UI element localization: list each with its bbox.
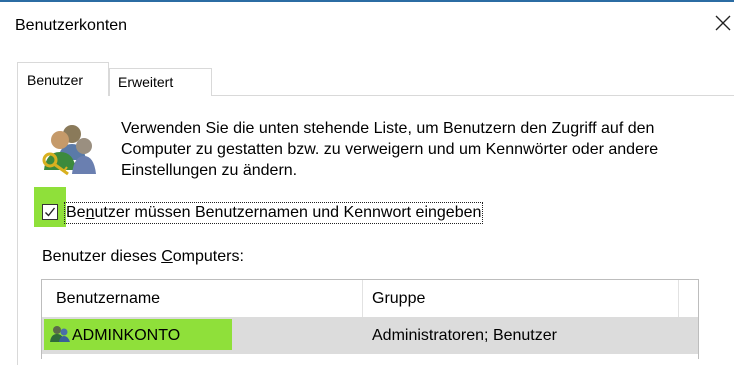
- window-top-border: [0, 0, 734, 2]
- users-label-prefix: Benutzer dieses: [42, 248, 162, 265]
- require-login-label[interactable]: Benutzer müssen Benutzernamen und Kennwo…: [64, 202, 484, 224]
- row-group: Administratoren; Benutzer: [372, 327, 557, 344]
- tab-benutzer[interactable]: Benutzer: [17, 62, 109, 96]
- label-suffix: utzer müssen Benutzernamen und Kennwort …: [94, 204, 482, 221]
- label-prefix: Be: [66, 204, 86, 221]
- tab-erweitert[interactable]: Erweitert: [109, 68, 212, 96]
- user-list[interactable]: Benutzername Gruppe ADMINKONTO Administr…: [41, 279, 699, 359]
- row-username: ADMINKONTO: [72, 327, 181, 344]
- table-row[interactable]: ADMINKONTO Administratoren; Benutzer: [42, 317, 698, 354]
- users-label-suffix: omputers:: [172, 248, 244, 265]
- users-key-icon: [38, 120, 96, 176]
- user-list-header: Benutzername Gruppe: [42, 280, 698, 317]
- column-divider[interactable]: [678, 280, 679, 317]
- users-list-label: Benutzer dieses Computers:: [42, 248, 244, 266]
- window-title: Benutzerkonten: [15, 17, 128, 34]
- column-header-username[interactable]: Benutzername: [56, 290, 160, 308]
- close-icon[interactable]: [712, 12, 734, 34]
- users-label-mnemonic: C: [161, 248, 173, 265]
- column-header-group[interactable]: Gruppe: [372, 290, 425, 308]
- column-divider[interactable]: [362, 280, 363, 317]
- user-icon: [50, 325, 70, 343]
- intro-text: Verwenden Sie die unten stehende Liste, …: [121, 120, 659, 179]
- require-login-checkbox[interactable]: [42, 204, 58, 220]
